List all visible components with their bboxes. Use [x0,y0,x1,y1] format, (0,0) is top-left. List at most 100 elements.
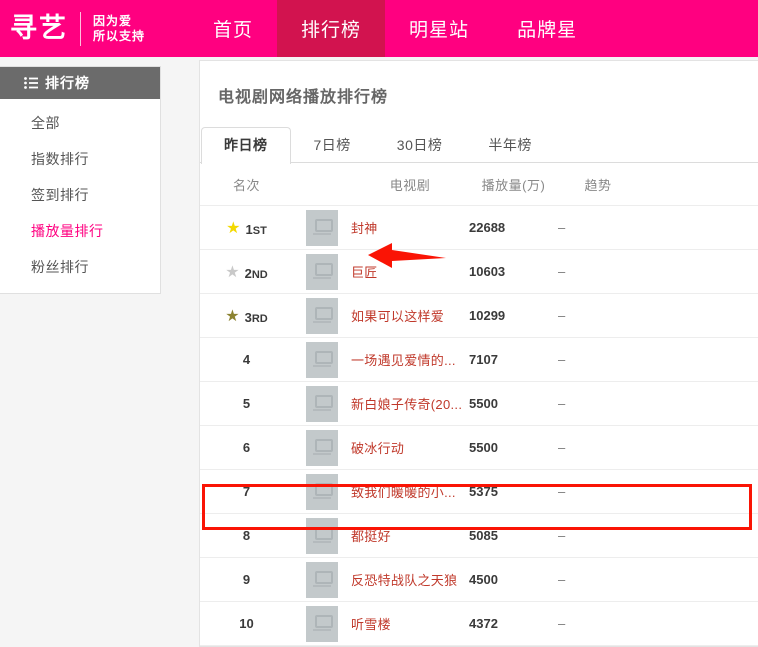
cell-spacer [638,557,758,602]
cell-rank: 5 [200,381,293,426]
cell-views: 5500 [469,425,558,470]
nav-item-star-station[interactable]: 明星站 [385,0,493,57]
drama-link[interactable]: 封神 [351,221,378,236]
list-icon [24,77,38,89]
drama-link[interactable]: 破冰行动 [351,441,404,456]
image-placeholder-icon [306,297,338,334]
table-row[interactable]: 9 反恐特战队之天狼 4500– [200,557,758,602]
nav-item-rankings[interactable]: 排行榜 [277,0,386,57]
rank-number: 7 [242,484,251,499]
cell-trend: – [558,425,638,470]
brand-logo[interactable]: 寻艺 因为爱 所以支持 [0,0,145,57]
sidebar-item-playcount-ranking[interactable]: 播放量排行 [0,213,160,249]
rank-number: 9 [242,572,251,587]
cell-spacer [638,205,758,250]
cell-spacer [638,601,758,646]
sidebar-item-all[interactable]: 全部 [0,105,160,141]
cell-drama-name: 致我们暖暖的小... [351,469,469,514]
table-row[interactable]: ★ 3RD 如果可以这样爱 10299– [200,293,758,338]
nav-item-home[interactable]: 首页 [189,0,277,57]
ranking-table-body: ★ 1ST 封神 22688– ★ 2ND 巨匠 10603– ★ 3RD 如果可以这样爱 10299… [200,205,758,646]
cell-views: 7107 [469,337,558,382]
rank-suffix: RD [251,313,268,325]
nav-items: 首页 排行榜 明星站 品牌星 [189,0,601,57]
tab-yesterday[interactable]: 昨日榜 [201,127,291,164]
table-row[interactable]: 8 都挺好 5085– [200,513,758,558]
table-row[interactable]: ★ 2ND 巨匠 10603– [200,249,758,294]
rank-suffix: ST [252,225,267,237]
rank-number: 3 [244,310,252,325]
cell-spacer [638,469,758,514]
rank-number: 8 [242,528,251,543]
cell-trend: – [558,249,638,294]
table-row[interactable]: ★ 1ST 封神 22688– [200,205,758,250]
image-placeholder-icon [306,473,338,510]
cell-views: 10603 [469,249,558,294]
cell-views: 10299 [469,293,558,338]
image-placeholder-icon [306,253,338,290]
image-placeholder-icon [306,341,338,378]
column-header-rank: 名次 [200,164,293,206]
ranking-table: 名次 电视剧 播放量(万) 趋势 ★ 1ST 封神 22688– ★ 2ND 巨匠 10603… [200,164,758,646]
sidebar-item-checkin-ranking[interactable]: 签到排行 [0,177,160,213]
cell-thumbnail [293,381,351,426]
cell-thumbnail [293,601,351,646]
cell-rank: 9 [200,557,293,602]
cell-thumbnail [293,557,351,602]
cell-drama-name: 听雪楼 [351,601,469,646]
table-row[interactable]: 6 破冰行动 5500– [200,425,758,470]
sidebar-header-label: 排行榜 [45,75,90,91]
table-row[interactable]: 5 新白娘子传奇(20... 5500– [200,381,758,426]
drama-link[interactable]: 如果可以这样爱 [351,309,444,324]
star-icon: ★ [225,262,240,281]
tab-halfyear[interactable]: 半年榜 [465,127,555,163]
sidebar-item-fans-ranking[interactable]: 粉丝排行 [0,249,160,285]
cell-views: 22688 [469,205,558,250]
star-icon: ★ [225,306,240,325]
cell-trend: – [558,601,638,646]
drama-link[interactable]: 都挺好 [351,529,391,544]
drama-link[interactable]: 听雪楼 [351,617,391,632]
brand-logo-text: 寻艺 [10,13,68,44]
cell-trend: – [558,513,638,558]
column-header-drama: 电视剧 [351,164,469,206]
cell-drama-name: 封神 [351,205,469,250]
cell-rank: 8 [200,513,293,558]
page-title: 电视剧网络播放排行榜 [218,89,389,106]
table-row[interactable]: 4 一场遇见爱情的... 7107– [200,337,758,382]
drama-link[interactable]: 反恐特战队之天狼 [351,573,457,588]
rank-number: 6 [242,440,251,455]
ranking-panel: 电视剧网络播放排行榜 昨日榜 7日榜 30日榜 半年榜 名次 电视剧 播放量(万… [199,60,758,647]
sidebar-item-index-ranking[interactable]: 指数排行 [0,141,160,177]
cell-rank: ★ 1ST [200,205,293,250]
drama-link[interactable]: 新白娘子传奇(20... [351,397,462,412]
cell-trend: – [558,337,638,382]
image-placeholder-icon [306,561,338,598]
cell-trend: – [558,293,638,338]
image-placeholder-icon [306,209,338,246]
cell-rank: 4 [200,337,293,382]
cell-spacer [638,381,758,426]
cell-rank: ★ 2ND [200,249,293,294]
drama-link[interactable]: 巨匠 [351,265,378,280]
cell-drama-name: 巨匠 [351,249,469,294]
drama-link[interactable]: 一场遇见爱情的... [351,353,456,368]
cell-views: 5085 [469,513,558,558]
cell-rank: 7 [200,469,293,514]
sidebar-header: 排行榜 [0,67,160,99]
table-row[interactable]: 10 听雪楼 4372– [200,601,758,646]
drama-link[interactable]: 致我们暖暖的小... [351,485,456,500]
cell-views: 4372 [469,601,558,646]
star-icon: ★ [226,218,241,237]
cell-drama-name: 新白娘子传奇(20... [351,381,469,426]
cell-drama-name: 破冰行动 [351,425,469,470]
tab-30day[interactable]: 30日榜 [374,127,466,163]
rank-number: 4 [242,352,251,367]
cell-spacer [638,337,758,382]
nav-item-brand-star[interactable]: 品牌星 [493,0,601,57]
table-row[interactable]: 7 致我们暖暖的小... 5375– [200,469,758,514]
tab-7day[interactable]: 7日榜 [291,127,374,163]
cell-drama-name: 一场遇见爱情的... [351,337,469,382]
cell-rank: 6 [200,425,293,470]
rank-number: 10 [239,616,254,631]
